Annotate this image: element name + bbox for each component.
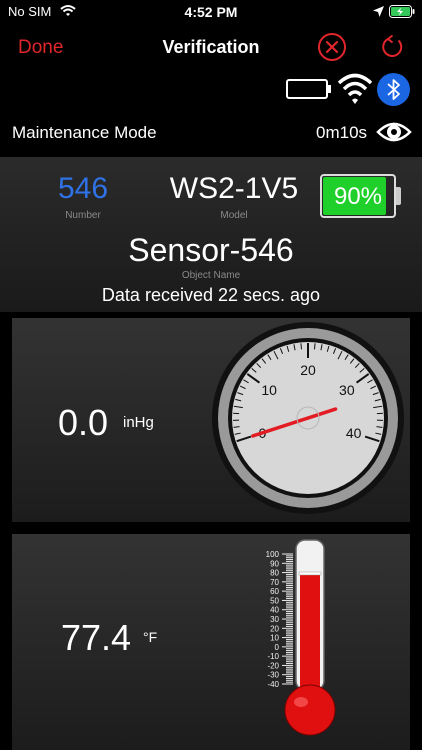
gauge-tick-label: 10: [261, 382, 277, 398]
thermometer-scale-label: 40: [270, 606, 279, 615]
bluetooth-badge: [377, 73, 410, 106]
thermometer-scale-label: 90: [270, 559, 279, 568]
thermometer-scale-label: 50: [270, 596, 279, 605]
data-received-label: Data received 22 secs. ago: [101, 285, 321, 305]
pressure-unit: inHg: [123, 414, 154, 431]
pressure-gauge: 010203040: [212, 322, 404, 514]
wifi-signal-icon: [337, 73, 373, 104]
temperature-value: 77.4: [61, 617, 132, 658]
object-name: Sensor-546: [128, 232, 294, 268]
thermometer-scale-label: 60: [270, 587, 279, 596]
device-battery-icon: [286, 79, 331, 99]
thermometer-scale-label: 70: [270, 578, 279, 587]
eye-icon[interactable]: [376, 119, 412, 145]
gauge-tick-label: 40: [346, 425, 362, 441]
number-caption: Number: [65, 210, 101, 221]
gauge-tick-label: 20: [300, 362, 316, 378]
thermometer-scale-label: 80: [270, 569, 279, 578]
device-model: WS2-1V5: [169, 172, 299, 205]
bluetooth-icon: [387, 79, 400, 100]
thermometer-scale-label: 20: [270, 624, 279, 633]
status-time: 4:52 PM: [184, 4, 238, 20]
temperature-unit: °F: [143, 629, 158, 645]
gauge-tick: [300, 343, 303, 350]
cancel-button[interactable]: [318, 33, 346, 61]
thermometer-scale-label: 30: [270, 615, 279, 624]
nav-title: Verification: [162, 37, 260, 57]
refresh-button[interactable]: [379, 33, 407, 61]
maintenance-timer: 0m10s: [316, 123, 368, 142]
thermometer-scale-label: 0: [275, 643, 280, 652]
model-caption: Model: [220, 210, 248, 221]
thermometer-level-marker: [298, 571, 322, 576]
device-number: 546: [57, 172, 109, 205]
pressure-value: 0.0: [58, 402, 109, 443]
location-arrow-icon: [373, 6, 384, 17]
sensor-battery-terminal: [396, 187, 401, 205]
thermometer-mercury: [300, 574, 320, 698]
thermometer-bulb: [284, 684, 336, 736]
thermometer-scale-label: -40: [267, 680, 279, 689]
close-icon: [325, 40, 339, 54]
maintenance-mode-label: Maintenance Mode: [12, 123, 157, 142]
object-name-caption: Object Name: [181, 270, 241, 281]
thermometer-scale-label: -30: [267, 671, 279, 680]
thermometer: 1009080706050403020100-10-20-30-40: [266, 539, 336, 736]
sensor-battery-percent: 90%: [333, 183, 383, 210]
gauge-tick: [313, 343, 316, 350]
thermometer-bulb-highlight: [294, 697, 308, 707]
battery-charging-icon: [389, 5, 415, 18]
thermometer-scale-label: -10: [267, 652, 279, 661]
thermometer-scale-label: 10: [270, 634, 279, 643]
refresh-icon: [382, 34, 403, 57]
thermometer-scale-label: 100: [266, 550, 280, 559]
gauge-tick-label: 30: [339, 382, 355, 398]
thermometer-scale-label: -20: [267, 661, 279, 670]
